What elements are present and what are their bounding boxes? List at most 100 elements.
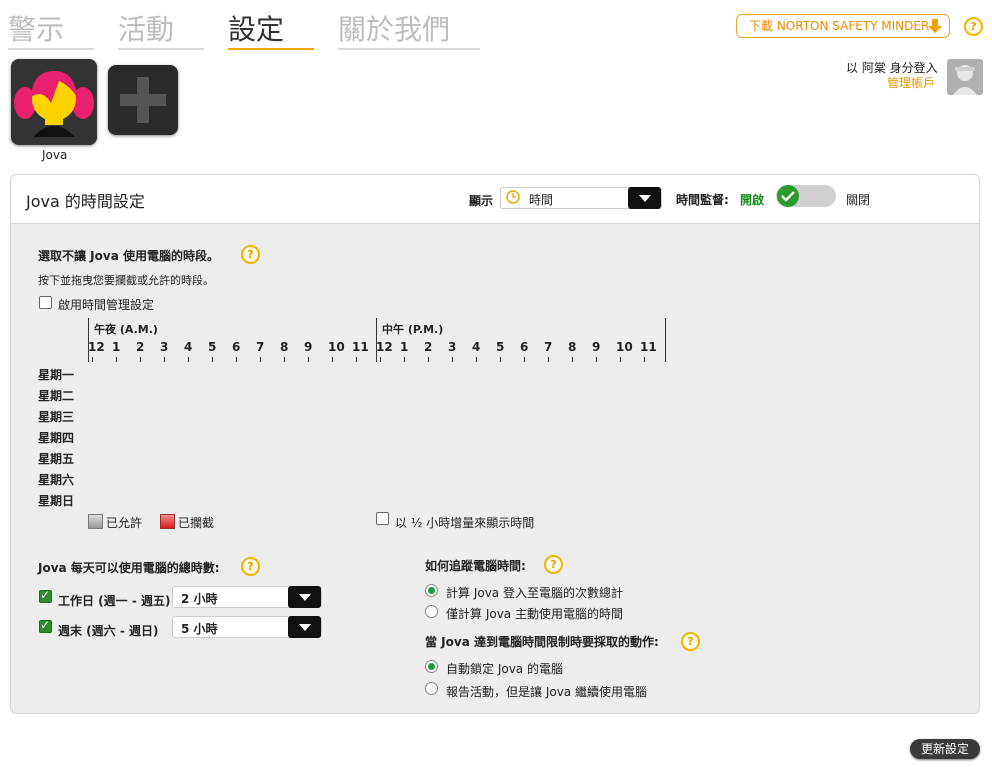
pm-label: 中午 (P.M.)	[382, 323, 444, 336]
tracking-help-icon[interactable]: ?	[544, 555, 563, 574]
hour-tick	[548, 357, 549, 362]
day-monday[interactable]: 星期一	[38, 366, 74, 383]
time-monitor-toggle[interactable]	[776, 185, 836, 207]
time-monitor-on-label: 開啟	[740, 193, 765, 207]
day-saturday[interactable]: 星期六	[38, 471, 74, 488]
hour-tick	[404, 357, 405, 362]
hour-tick	[116, 357, 117, 362]
tab-settings[interactable]: 設定	[228, 8, 284, 48]
blocked-legend-label: 已攔截	[178, 516, 215, 530]
hour-label: 7	[256, 340, 265, 354]
hour-label: 3	[448, 340, 457, 354]
hour-tick	[140, 357, 141, 362]
chevron-down-icon[interactable]	[628, 187, 661, 209]
display-value: 時間	[529, 193, 554, 207]
blocked-swatch	[160, 514, 175, 529]
hour-tick	[92, 357, 93, 362]
tab-activity-underline	[118, 48, 204, 50]
hour-tick	[164, 357, 165, 362]
chevron-down-icon[interactable]	[288, 616, 321, 638]
day-tuesday[interactable]: 星期二	[38, 387, 74, 404]
manage-account-link[interactable]: 管理帳戶	[887, 74, 935, 91]
day-wednesday[interactable]: 星期三	[38, 408, 74, 425]
action-report-radio[interactable]	[425, 682, 438, 695]
update-settings-button[interactable]: 更新設定	[910, 739, 980, 759]
hour-tick	[188, 357, 189, 362]
schedule-instructions: 按下並拖曳您要攔截或允許的時段。	[38, 274, 214, 287]
half-hour-label: 以 ½ 小時增量來顯示時間	[395, 516, 535, 530]
hour-label: 12	[376, 340, 393, 354]
weekend-hours-value: 5 小時	[181, 622, 218, 636]
tracking-option-login-label: 計算 Jova 登入至電腦的次數總計	[446, 586, 623, 600]
schedule-help-icon[interactable]: ?	[241, 245, 260, 264]
child-name-jova: Jova	[42, 148, 68, 162]
tab-activity[interactable]: 活動	[118, 8, 174, 48]
hour-tick	[452, 357, 453, 362]
hour-label: 5	[208, 340, 217, 354]
daily-limit-help-icon[interactable]: ?	[241, 557, 260, 576]
tracking-option-login-radio[interactable]	[425, 584, 438, 597]
time-monitor-off-label[interactable]: 關閉	[846, 191, 870, 208]
hour-label: 9	[592, 340, 601, 354]
hour-label: 1	[112, 340, 121, 354]
hour-tick	[260, 357, 261, 362]
hour-label: 4	[184, 340, 193, 354]
hour-tick	[596, 357, 597, 362]
hour-tick	[644, 357, 645, 362]
chevron-down-icon[interactable]	[288, 586, 321, 608]
tracking-heading: 如何追蹤電腦時間:	[425, 559, 526, 573]
download-label: 下載 NORTON SAFETY MINDER	[749, 19, 930, 33]
hour-tick	[356, 357, 357, 362]
half-hour-checkbox[interactable]	[376, 512, 389, 525]
time-monitor-label: 時間監督:	[676, 193, 729, 207]
download-button[interactable]: 下載 NORTON SAFETY MINDER	[736, 14, 950, 38]
hour-tick	[476, 357, 477, 362]
tab-alerts-underline	[8, 48, 94, 50]
day-sunday[interactable]: 星期日	[38, 492, 74, 509]
add-child-button[interactable]	[108, 65, 178, 135]
hour-label: 11	[352, 340, 369, 354]
action-help-icon[interactable]: ?	[681, 632, 700, 651]
am-label: 午夜 (A.M.)	[94, 323, 158, 336]
tab-about[interactable]: 關於我們	[338, 8, 450, 48]
day-thursday[interactable]: 星期四	[38, 429, 74, 446]
day-friday[interactable]: 星期五	[38, 450, 74, 467]
tab-alerts[interactable]: 警示	[8, 8, 64, 48]
checkmark-icon	[776, 184, 800, 212]
girl-icon	[11, 59, 97, 145]
action-report-label: 報告活動，但是讓 Jova 繼續使用電腦	[446, 685, 647, 699]
hour-label: 3	[160, 340, 169, 354]
weekend-checkbox[interactable]	[39, 618, 52, 633]
hour-label: 9	[304, 340, 313, 354]
weekday-hours-select[interactable]: 2 小時	[172, 586, 322, 608]
hour-label: 12	[88, 340, 105, 354]
hour-tick	[380, 357, 381, 362]
hour-tick	[212, 357, 213, 362]
tracking-option-active-radio[interactable]	[425, 605, 438, 618]
weekday-checkbox[interactable]	[39, 588, 52, 603]
action-lock-label: 自動鎖定 Jova 的電腦	[446, 662, 563, 676]
enable-time-management-checkbox[interactable]	[39, 296, 52, 309]
hour-label: 11	[640, 340, 657, 354]
user-silhouette-icon	[953, 65, 977, 95]
hour-tick	[524, 357, 525, 362]
clock-icon	[506, 190, 520, 207]
tab-settings-underline	[228, 48, 314, 50]
weekend-label: 週末 (週六 - 週日)	[58, 624, 159, 638]
enable-time-management-label: 啟用時間管理設定	[58, 298, 155, 312]
action-heading: 當 Jova 達到電腦時間限制時要採取的動作:	[425, 635, 659, 649]
hour-tick	[620, 357, 621, 362]
schedule-heading: 選取不讓 Jova 使用電腦的時段。	[38, 249, 219, 263]
hour-tick	[332, 357, 333, 362]
hour-tick	[308, 357, 309, 362]
user-avatar[interactable]	[947, 59, 983, 95]
display-select[interactable]: 時間	[500, 187, 662, 209]
weekend-hours-select[interactable]: 5 小時	[172, 616, 322, 638]
tab-about-underline	[338, 48, 480, 50]
child-avatar-jova[interactable]	[11, 59, 97, 145]
hour-tick	[236, 357, 237, 362]
hour-label: 7	[544, 340, 553, 354]
hour-label: 6	[520, 340, 529, 354]
help-icon[interactable]: ?	[964, 17, 983, 36]
action-lock-radio[interactable]	[425, 660, 438, 673]
